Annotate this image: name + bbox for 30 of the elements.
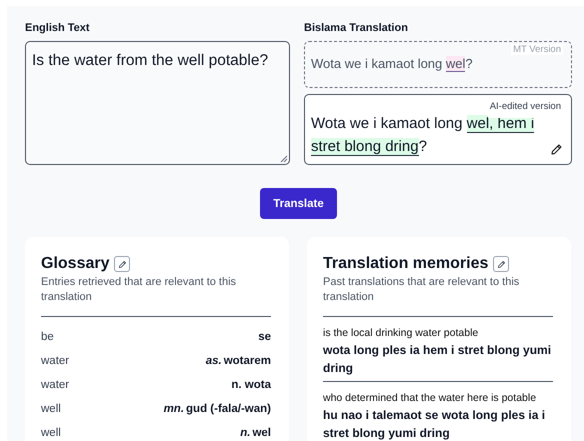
glossary-target: mn. gud (-fala/-wan) [164,403,271,415]
translate-button[interactable]: Translate [260,188,337,219]
glossary-source: be [41,331,54,343]
pencil-icon [118,260,127,268]
edit-button[interactable] [114,256,130,272]
glossary-source: well [41,427,61,439]
card-title: Glossary [41,255,110,273]
pencil-icon [496,260,506,268]
card-description: Entries retrieved that are relevant to this translation [41,275,238,305]
field-label: Bislama Translation [304,22,409,35]
source-text-field[interactable]: Is the water from the well potable? [25,41,290,165]
memory-target: hu nao i talemaot se wota long ples ia i stret blong yumi dring [323,407,546,441]
pencil-icon [550,143,563,156]
card-title: Translation memories [323,255,488,273]
glossary-target: se [258,331,271,343]
glossary-source: water [41,355,70,367]
glossary-target: n. wota [231,379,271,391]
glossary-source: well [41,403,61,415]
card-description: Past translations that are relevant to this translation [323,275,520,305]
memory-target: wota long ples ia hem i stret blong yumi dring [323,342,552,377]
field-label: English Text [25,22,91,35]
glossary-target: n. wel [240,427,271,439]
glossary-source: water [41,379,70,391]
memory-source: who determined that the water here is potable [323,391,538,405]
mt-translation-box: MT Version Wota we i kamaot long wel? [304,41,572,88]
edit-button[interactable] [493,256,510,272]
glossary-target: as. wotarem [206,355,271,367]
version-tag: MT Version [511,44,563,55]
resize-handle-icon[interactable] [280,155,288,163]
memory-source: is the local drinking water potable [323,326,480,340]
